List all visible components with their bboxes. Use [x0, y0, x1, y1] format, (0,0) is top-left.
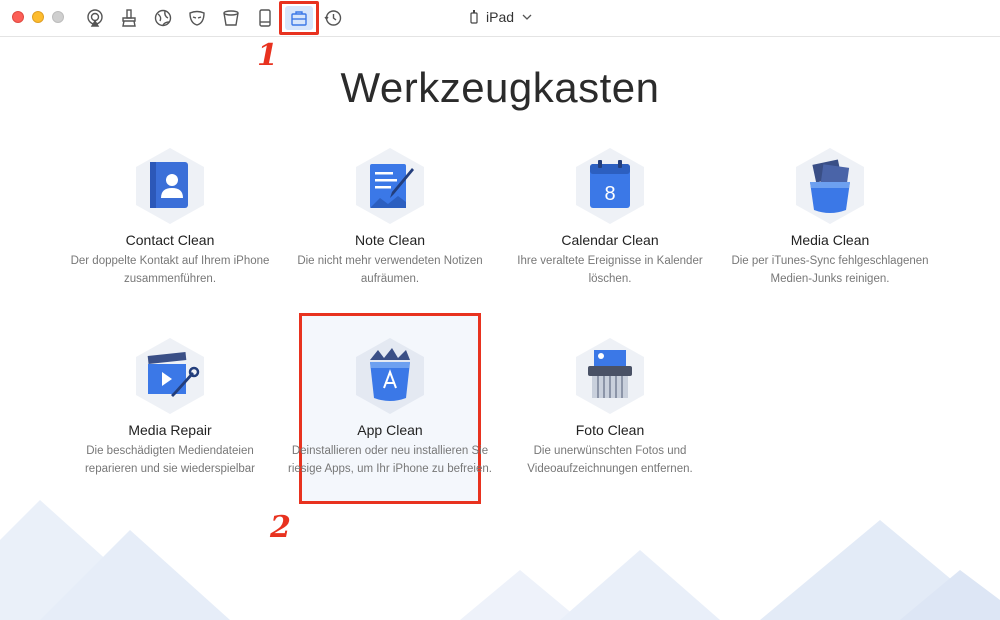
background-mountains — [0, 500, 1000, 620]
device-name: iPad — [486, 9, 515, 25]
contact-book-icon — [136, 148, 204, 224]
device-icon — [470, 10, 478, 24]
annotation-box-toolbox — [279, 1, 319, 35]
tool-title: Contact Clean — [125, 232, 215, 248]
media-bin-icon — [796, 148, 864, 224]
tool-description: Die unerwünschten Fotos und Videoaufzeic… — [527, 445, 693, 475]
clapper-wrench-icon — [136, 338, 204, 414]
tool-description: Die nicht mehr verwendeten Notizen aufrä… — [297, 255, 483, 285]
tool-card-note-clean[interactable]: Note Clean Die nicht mehr verwendeten No… — [280, 146, 500, 288]
history-icon[interactable] — [322, 7, 344, 29]
phone-icon[interactable] — [254, 7, 276, 29]
window-titlebar: iPad — [0, 0, 1000, 37]
tool-description: Die beschädigten Mediendateien repariere… — [84, 445, 256, 475]
tool-description: Die per iTunes-Sync fehlgeschlagenen Med… — [731, 255, 929, 285]
tool-title: Foto Clean — [575, 422, 645, 438]
tool-title: Media Clean — [790, 232, 870, 248]
minimize-window-button[interactable] — [32, 11, 44, 23]
close-window-button[interactable] — [12, 11, 24, 23]
device-selector[interactable]: iPad — [470, 9, 532, 25]
airplay-icon[interactable] — [84, 7, 106, 29]
tool-card-calendar-clean[interactable]: 8 Calendar Clean Ihre veraltete Ereignis… — [500, 146, 720, 288]
tool-description: Ihre veraltete Ereignisse in Kalender lö… — [517, 255, 703, 285]
page-title: Werkzeugkasten — [340, 64, 660, 111]
tool-title: Note Clean — [354, 232, 426, 248]
tool-title: Calendar Clean — [561, 232, 659, 248]
trash-bin-icon[interactable] — [220, 7, 242, 29]
tool-card-foto-clean[interactable]: Foto Clean Die unerwünschten Fotos und V… — [500, 336, 720, 478]
annotation-step-2: 2 — [270, 510, 291, 545]
photo-shredder-icon — [576, 338, 644, 414]
app-bin-icon — [356, 338, 424, 414]
maximize-window-button[interactable] — [52, 11, 64, 23]
tool-title: Media Repair — [128, 422, 212, 438]
cleaner-icon[interactable] — [118, 7, 140, 29]
calendar-icon: 8 — [576, 148, 644, 224]
note-pen-icon — [356, 148, 424, 224]
calendar-day: 8 — [604, 183, 615, 205]
tool-description: Deinstallieren oder neu installieren Sie… — [288, 445, 492, 475]
tool-card-app-clean[interactable]: App Clean Deinstallieren oder neu instal… — [280, 336, 500, 478]
tool-description: Der doppelte Kontakt auf Ihrem iPhone zu… — [70, 255, 270, 285]
tool-title: App Clean — [357, 422, 423, 438]
chevron-down-icon — [522, 14, 532, 20]
tool-card-media-repair[interactable]: Media Repair Die beschädigten Mediendate… — [60, 336, 280, 478]
globe-icon[interactable] — [152, 7, 174, 29]
privacy-mask-icon[interactable] — [186, 7, 208, 29]
tool-card-media-clean[interactable]: Media Clean Die per iTunes-Sync fehlgesc… — [720, 146, 940, 288]
tool-card-contact-clean[interactable]: Contact Clean Der doppelte Kontakt auf I… — [60, 146, 280, 288]
